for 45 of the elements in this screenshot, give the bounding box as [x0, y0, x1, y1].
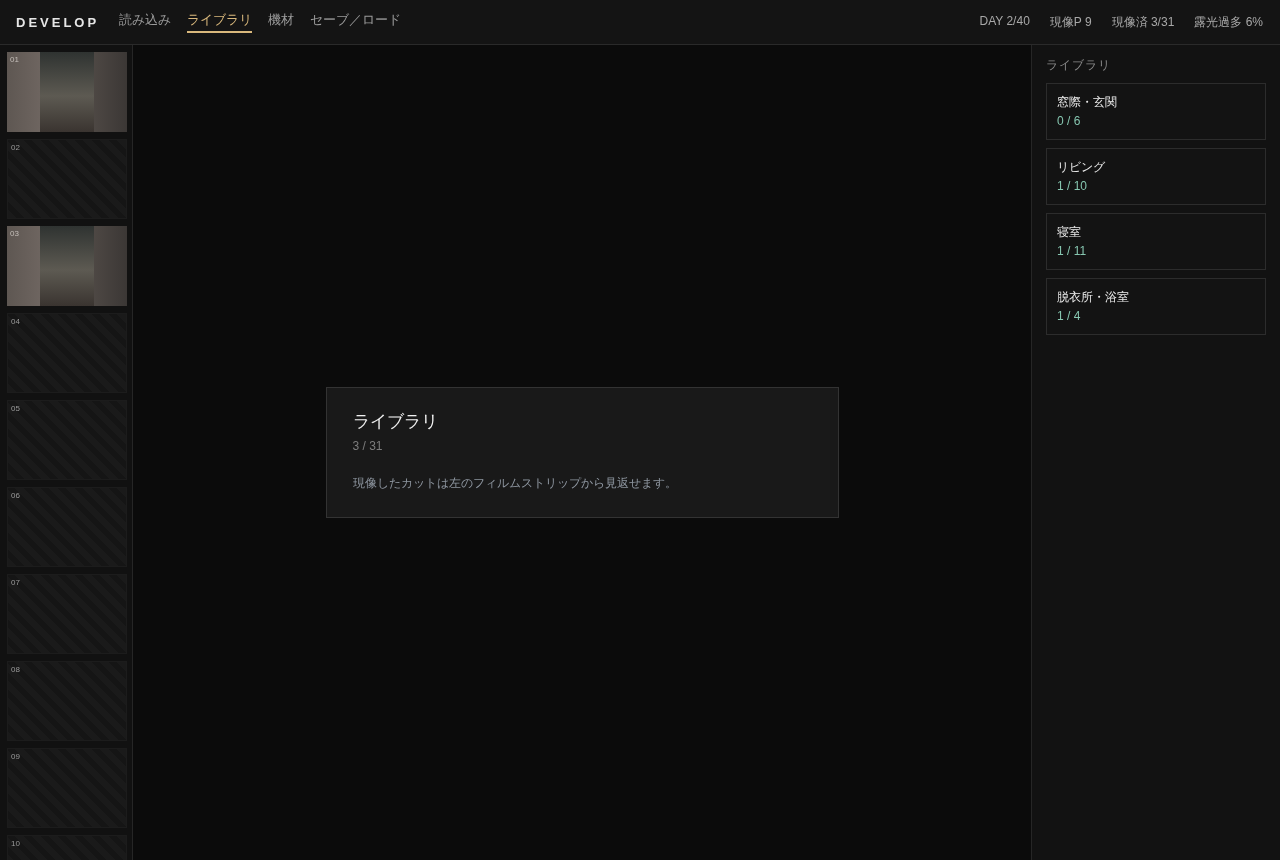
dialog-count: 3 / 31	[352, 438, 384, 454]
film-frame[interactable]: 08	[7, 661, 127, 741]
frame-number: 03	[10, 229, 19, 238]
frame-number: 04	[11, 317, 20, 326]
film-frame[interactable]: 07	[7, 574, 127, 654]
location-card[interactable]: 寝室 1 / 11	[1046, 213, 1266, 270]
location-card[interactable]: リビング 1 / 10	[1046, 148, 1266, 205]
location-name: 脱衣所・浴室	[1057, 289, 1129, 305]
location-card[interactable]: 窓際・玄関 0 / 6	[1046, 83, 1266, 140]
app-logo: DEVELOP	[16, 14, 100, 30]
film-frame[interactable]: 04	[7, 313, 127, 393]
nav-tab[interactable]: 機材	[268, 11, 295, 33]
film-frame[interactable]: 10	[7, 835, 127, 860]
dialog-title: ライブラリ	[352, 412, 439, 432]
status-stat: DAY 2/40	[979, 13, 1030, 30]
location-card[interactable]: 脱衣所・浴室 1 / 4	[1046, 278, 1266, 335]
panel-heading: ライブラリ	[1046, 57, 1112, 73]
status-stat: 露光過多 6%	[1194, 13, 1263, 31]
nav-tab[interactable]: セーブ／ロード	[310, 11, 402, 33]
frame-number: 09	[11, 752, 20, 761]
nav-tab[interactable]: 読み込み	[119, 11, 172, 33]
film-frame[interactable]: 02	[7, 139, 127, 219]
location-count: 1 / 10	[1057, 178, 1088, 194]
location-count: 0 / 6	[1057, 113, 1081, 129]
frame-number: 10	[11, 839, 20, 848]
frame-number: 06	[11, 491, 20, 500]
location-count: 1 / 11	[1057, 243, 1087, 259]
location-name: 窓際・玄関	[1057, 94, 1117, 110]
frame-number: 05	[11, 404, 20, 413]
frame-number: 02	[11, 143, 20, 152]
frame-number: 08	[11, 665, 20, 674]
frame-number: 01	[10, 55, 19, 64]
dialog-message: 現像したカットは左のフィルムストリップから見返せます。	[352, 475, 678, 491]
location-name: 寝室	[1057, 224, 1081, 240]
status-stat: 現像済 3/31	[1111, 13, 1175, 31]
film-frame[interactable]: 05	[7, 400, 127, 480]
film-frame[interactable]: 01	[7, 52, 127, 132]
status-stat: 現像P 9	[1049, 13, 1092, 31]
film-frame[interactable]: 06	[7, 487, 127, 567]
frame-number: 07	[11, 578, 20, 587]
location-name: リビング	[1057, 159, 1105, 175]
film-frame[interactable]: 03	[7, 226, 127, 306]
location-count: 1 / 4	[1057, 308, 1081, 324]
film-frame[interactable]: 09	[7, 748, 127, 828]
nav-tab[interactable]: ライブラリ	[187, 11, 253, 33]
